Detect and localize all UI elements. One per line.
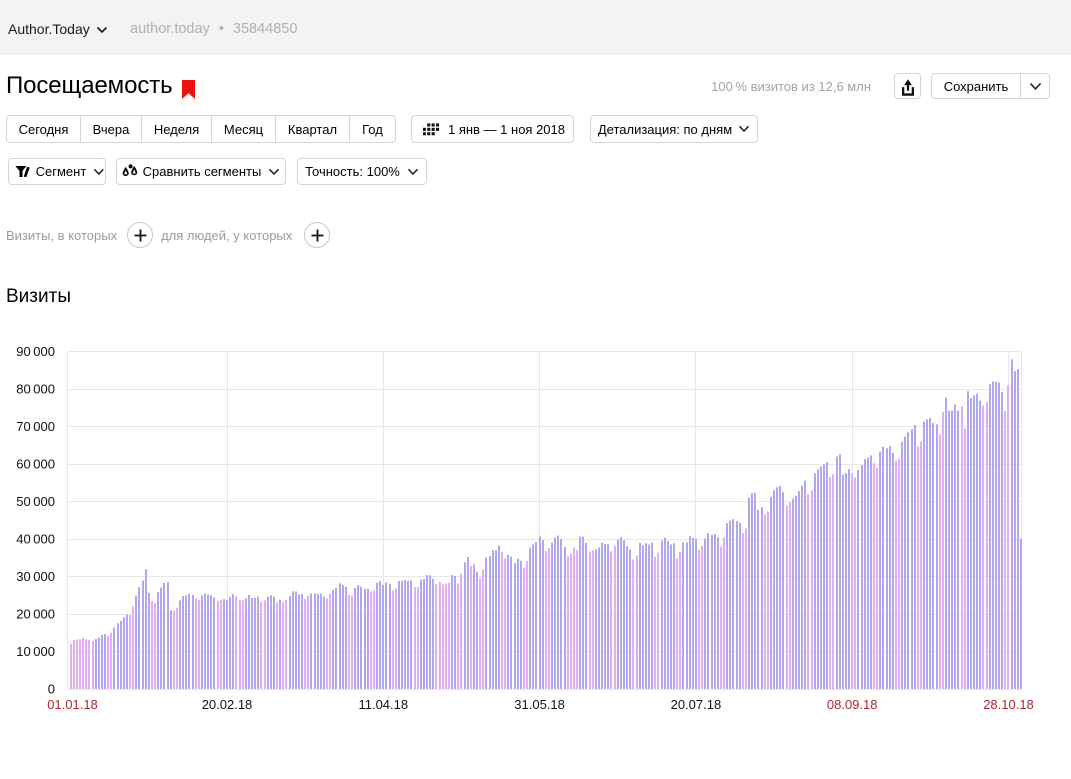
svg-text:90 000: 90 000 <box>16 344 55 359</box>
svg-text:50 000: 50 000 <box>16 494 55 509</box>
svg-text:80 000: 80 000 <box>16 382 55 397</box>
svg-text:20 000: 20 000 <box>16 607 55 622</box>
svg-text:08.09.18: 08.09.18 <box>827 697 878 712</box>
svg-text:11.04.18: 11.04.18 <box>358 697 408 712</box>
svg-text:70 000: 70 000 <box>16 419 55 434</box>
svg-text:28.10.18: 28.10.18 <box>983 697 1034 712</box>
svg-text:31.05.18: 31.05.18 <box>514 697 565 712</box>
svg-text:40 000: 40 000 <box>16 532 55 547</box>
svg-text:60 000: 60 000 <box>16 457 55 472</box>
svg-text:10 000: 10 000 <box>16 644 55 659</box>
svg-text:0: 0 <box>48 682 55 697</box>
svg-text:30 000: 30 000 <box>16 569 55 584</box>
svg-text:20.02.18: 20.02.18 <box>202 697 253 712</box>
svg-text:20.07.18: 20.07.18 <box>671 697 722 712</box>
svg-text:01.01.18: 01.01.18 <box>47 697 98 712</box>
